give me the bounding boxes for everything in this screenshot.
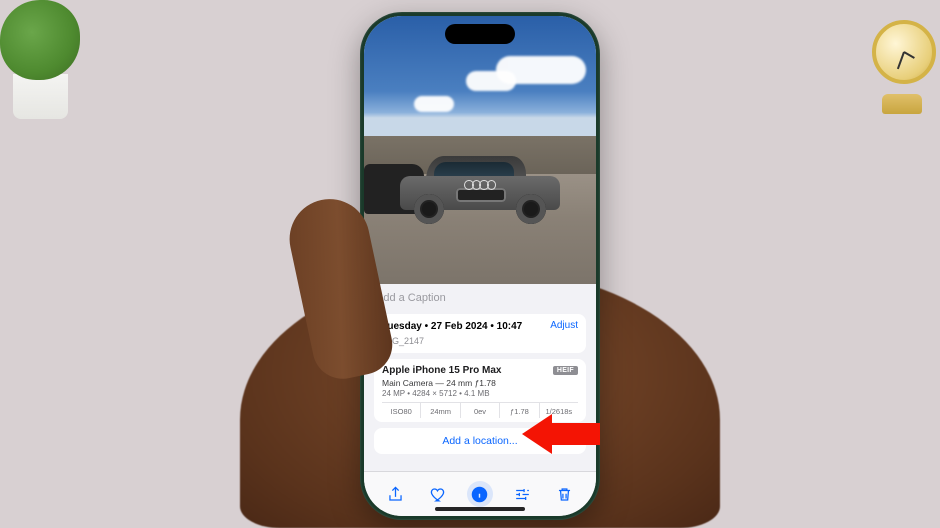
photo-filename: IMG_2147	[382, 335, 522, 347]
photo-subject-car	[400, 156, 560, 228]
dynamic-island	[445, 24, 515, 44]
trash-icon	[555, 485, 574, 504]
photo-datetime: Tuesday • 27 Feb 2024 • 10:47	[382, 320, 522, 334]
format-badge: HEIF	[553, 366, 578, 375]
photo-preview[interactable]	[364, 16, 596, 284]
edit-button[interactable]	[511, 483, 533, 505]
datetime-card: Tuesday • 27 Feb 2024 • 10:47 IMG_2147 A…	[374, 314, 586, 353]
delete-button[interactable]	[554, 483, 576, 505]
sliders-icon	[513, 485, 532, 504]
exif-focal: 24mm	[421, 403, 460, 418]
home-indicator[interactable]	[435, 507, 525, 511]
desk-plant	[0, 0, 80, 130]
exif-ev: 0ev	[461, 403, 500, 418]
caption-field[interactable]: Add a Caption	[374, 284, 586, 308]
info-icon	[470, 485, 489, 504]
annotation-arrow	[522, 414, 600, 454]
adjust-button[interactable]: Adjust	[550, 320, 578, 331]
info-button[interactable]	[469, 483, 491, 505]
exif-iso: ISO80	[382, 403, 421, 418]
share-button[interactable]	[384, 483, 406, 505]
desk-clock	[872, 20, 932, 120]
device-model: Apple iPhone 15 Pro Max	[382, 365, 501, 376]
camera-info-card: Apple iPhone 15 Pro Max HEIF Main Camera…	[374, 359, 586, 422]
add-location-link[interactable]: Add a location...	[442, 435, 517, 447]
favorite-button[interactable]	[427, 483, 449, 505]
share-icon	[386, 485, 405, 504]
camera-line: Main Camera — 24 mm ƒ1.78	[382, 378, 578, 388]
heart-icon	[428, 485, 447, 504]
spec-line: 24 MP • 4284 × 5712 • 4.1 MB	[382, 389, 578, 398]
